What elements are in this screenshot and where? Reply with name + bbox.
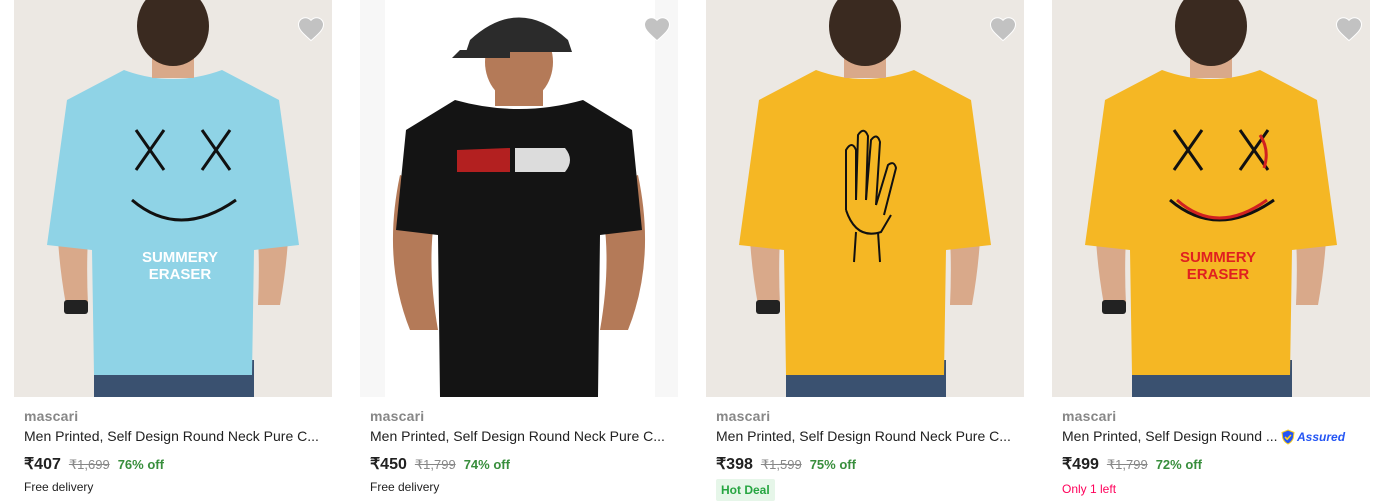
product-price: ₹499 [1062, 456, 1099, 473]
product-price: ₹450 [370, 456, 407, 473]
product-discount: 75% off [809, 457, 856, 472]
product-card[interactable]: SUMMERY ERASER mascari Men Printed, Self… [14, 0, 332, 503]
svg-text:ERASER: ERASER [149, 266, 212, 283]
delivery-tag: Free delivery [24, 480, 94, 494]
heart-icon[interactable] [988, 14, 1018, 44]
product-photo [360, 0, 678, 397]
hot-deal-badge: Hot Deal [716, 479, 775, 501]
price-row: ₹450 ₹1,799 74% off [370, 454, 510, 474]
product-mrp: ₹1,699 [68, 457, 110, 472]
assured-badge: Assured [1280, 429, 1345, 445]
product-image[interactable]: SUMMERY ERASER [14, 0, 332, 397]
product-brand: mascari [24, 408, 79, 424]
stock-warning: Only 1 left [1062, 482, 1117, 496]
product-card[interactable]: mascari Men Printed, Self Design Round N… [706, 0, 1024, 503]
product-title[interactable]: Men Printed, Self Design Round Neck Pure… [716, 428, 1016, 444]
price-row: ₹499 ₹1,799 72% off [1062, 454, 1202, 474]
product-title[interactable]: Men Printed, Self Design Round Neck Pure… [370, 428, 670, 444]
heart-icon[interactable] [642, 14, 672, 44]
product-price: ₹407 [24, 456, 61, 473]
product-brand: mascari [370, 408, 425, 424]
product-image[interactable] [360, 0, 678, 397]
product-title[interactable]: Men Printed, Self Design Round Neck Pure… [24, 428, 324, 444]
heart-icon[interactable] [296, 14, 326, 44]
price-row: ₹398 ₹1,599 75% off [716, 454, 856, 474]
price-row: ₹407 ₹1,699 76% off [24, 454, 164, 474]
product-mrp: ₹1,599 [760, 457, 802, 472]
product-image[interactable]: SUMMERY ERASER [1052, 0, 1370, 397]
delivery-tag: Free delivery [370, 480, 440, 494]
product-photo: SUMMERY ERASER [14, 0, 332, 397]
shield-check-icon [1281, 429, 1295, 445]
assured-label: Assured [1297, 430, 1346, 444]
product-photo: SUMMERY ERASER [1052, 0, 1370, 397]
svg-text:ERASER: ERASER [1187, 266, 1250, 283]
product-card[interactable]: mascari Men Printed, Self Design Round N… [360, 0, 678, 503]
product-grid: SUMMERY ERASER mascari Men Printed, Self… [0, 0, 1384, 503]
product-discount: 72% off [1155, 457, 1202, 472]
product-title[interactable]: Men Printed, Self Design Round ... [1062, 428, 1277, 444]
product-discount: 76% off [117, 457, 164, 472]
product-mrp: ₹1,799 [414, 457, 456, 472]
heart-icon[interactable] [1334, 14, 1364, 44]
product-brand: mascari [716, 408, 771, 424]
product-image[interactable] [706, 0, 1024, 397]
product-card[interactable]: SUMMERY ERASER mascari Men Printed, Self… [1052, 0, 1370, 503]
product-brand: mascari [1062, 408, 1117, 424]
product-price: ₹398 [716, 456, 753, 473]
product-photo [706, 0, 1024, 397]
product-discount: 74% off [463, 457, 510, 472]
product-mrp: ₹1,799 [1106, 457, 1148, 472]
svg-text:SUMMERY: SUMMERY [1180, 249, 1256, 266]
svg-text:SUMMERY: SUMMERY [142, 249, 218, 266]
